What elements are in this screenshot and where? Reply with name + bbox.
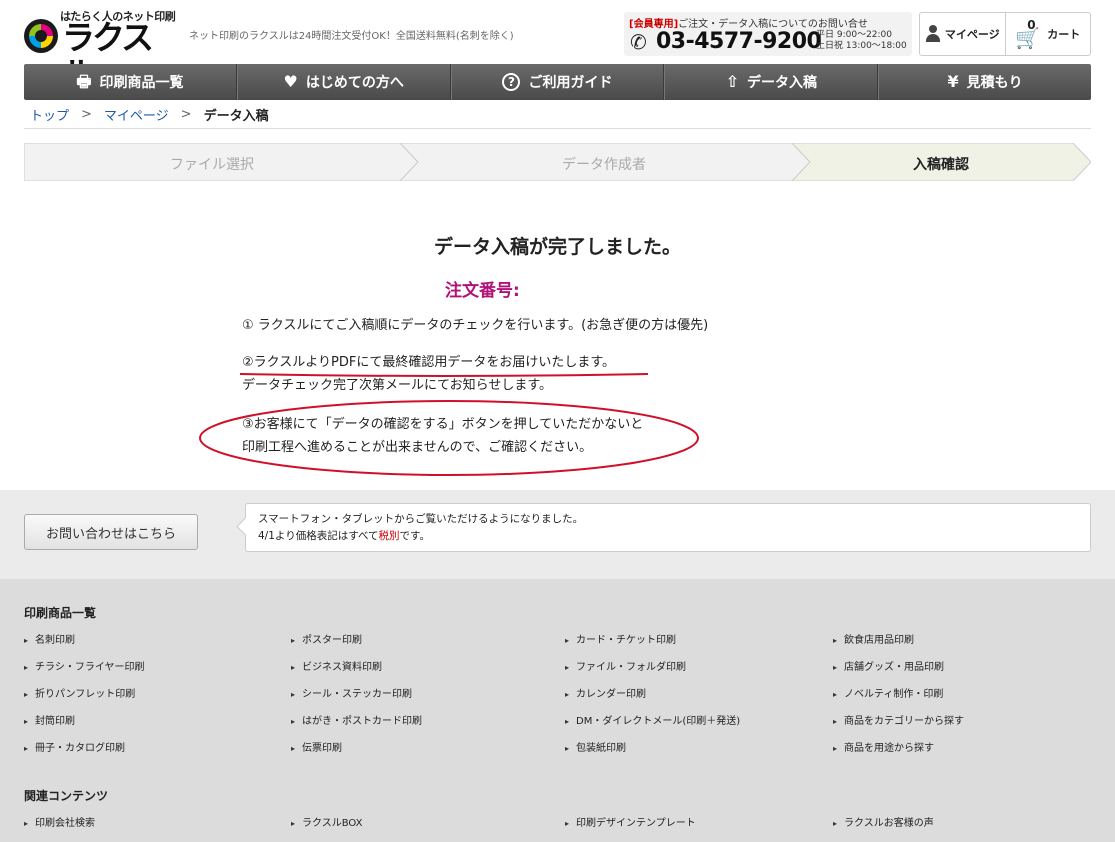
completion-title: データ入稿が完了しました。	[433, 236, 681, 258]
nav-estimate[interactable]: ¥ 見積もり	[878, 64, 1091, 100]
footer-link[interactable]: 名刺印刷	[24, 631, 75, 646]
footer-link[interactable]: カード・チケット印刷	[565, 631, 676, 646]
nav-beginners[interactable]: ♥ はじめての方へ	[236, 64, 451, 100]
site-header: はたらく人のネット印刷 ラクスル ネット印刷のラクスルは24時間注文受付OK！全…	[0, 0, 1115, 92]
breadcrumb-current: データ入稿	[203, 108, 269, 124]
cart-icon: 🛒	[1015, 26, 1041, 50]
footer-link[interactable]: 商品をカテゴリーから探す	[833, 712, 964, 727]
footer-related-link[interactable]: 印刷デザインテンプレート	[565, 814, 696, 829]
order-number-label: 注文番号:	[445, 281, 520, 301]
upload-icon: ⇧	[725, 72, 739, 91]
footer-link[interactable]: ノベルティ制作・印刷	[833, 685, 943, 700]
phone-contact-box: [会員専用]ご注文・データ入稿についてのお問い合せ ✆ 03-4577-9200…	[624, 12, 912, 56]
notice-box: スマートフォン・タブレットからご覧いただけるようになりました。 4/1より価格表…	[245, 503, 1091, 552]
upload-step-indicator: ファイル選択 データ作成者 入稿確認	[24, 143, 1091, 181]
phone-note: [会員専用]ご注文・データ入稿についてのお問い合せ	[629, 15, 868, 30]
footer-link[interactable]: 伝票印刷	[291, 739, 342, 754]
footer-link[interactable]: 商品を用途から探す	[833, 739, 934, 754]
nav-beginners-label: はじめての方へ	[305, 75, 404, 91]
footer-link[interactable]: はがき・ポストカード印刷	[291, 712, 422, 727]
footer-related-heading: 関連コンテンツ	[24, 789, 109, 803]
raksul-logo[interactable]: はたらく人のネット印刷 ラクスル	[24, 8, 176, 92]
footer-link[interactable]: ファイル・フォルダ印刷	[565, 658, 686, 673]
footer-link[interactable]: 店舗グッズ・用品印刷	[833, 658, 944, 673]
nav-guide[interactable]: ? ご利用ガイド	[450, 64, 665, 100]
footer-link[interactable]: 飲食店用品印刷	[833, 631, 914, 646]
footer-link[interactable]: ビジネス資料印刷	[291, 658, 382, 673]
step-upload-confirm: 入稿確認	[913, 157, 969, 173]
cart-button[interactable]: 0 🛒 カート	[1004, 13, 1091, 55]
breadcrumb-top[interactable]: トップ	[30, 105, 69, 124]
phone-icon: ✆	[630, 30, 647, 54]
instruction-line-2b: データチェック完了次第メールにてお知らせします。	[242, 378, 553, 393]
instruction-line-3a: ③お客様にて「データの確認をする」ボタンを押していただかないと	[242, 417, 644, 432]
tax-exclusive-link[interactable]: 税別	[379, 530, 400, 542]
contact-button[interactable]: お問い合わせはこちら	[24, 514, 198, 550]
step-file-select: ファイル選択	[170, 157, 254, 173]
yen-icon: ¥	[947, 72, 959, 91]
breadcrumb-separator: >	[81, 106, 92, 122]
footer-link[interactable]: カレンダー印刷	[565, 685, 646, 700]
logo-mark-icon	[24, 19, 58, 53]
mypage-label: マイページ	[944, 28, 1000, 41]
step-data-creator: データ作成者	[562, 157, 646, 173]
footer-link[interactable]: 包装紙印刷	[565, 739, 626, 754]
notice-line-2-prefix: 4/1より価格表記はすべて	[258, 530, 379, 542]
nav-estimate-label: 見積もり	[966, 75, 1023, 91]
footer-link[interactable]: 封筒印刷	[24, 712, 75, 727]
instruction-line-1: ① ラクスルにてご入稿順にデータのチェックを行います。(お急ぎ便の方は優先)	[242, 318, 709, 333]
header-tagline: ネット印刷のラクスルは24時間注文受付OK！全国送料無料(名刺を除く)	[189, 31, 514, 42]
nav-data-upload-label: データ入稿	[746, 75, 817, 91]
global-nav: 🖶 印刷商品一覧 ♥ はじめての方へ ? ご利用ガイド ⇧ データ入稿 ¥ 見積…	[24, 64, 1091, 100]
footer-products-heading: 印刷商品一覧	[24, 606, 97, 620]
breadcrumb-mypage[interactable]: マイページ	[104, 105, 169, 124]
footer-link[interactable]: チラシ・フライヤー印刷	[24, 658, 145, 673]
footer-link[interactable]: DM・ダイレクトメール(印刷＋発送)	[565, 712, 740, 727]
footer-link[interactable]: 折りパンフレット印刷	[24, 685, 135, 700]
footer-related-link[interactable]: 印刷会社検索	[24, 814, 95, 829]
notice-line-1: スマートフォン・タブレットからご覧いただけるようになりました。	[258, 513, 584, 525]
footer-link[interactable]: シール・ステッカー印刷	[291, 685, 412, 700]
footer-link[interactable]: ポスター印刷	[291, 631, 362, 646]
mypage-button[interactable]: マイページ	[920, 13, 1005, 55]
breadcrumb-separator: >	[180, 106, 192, 122]
cart-icon-wrap: 0 🛒	[1015, 18, 1043, 50]
instruction-line-2a: ②ラクスルよりPDFにて最終確認用データをお届けいたします。	[242, 355, 616, 370]
user-icon	[925, 25, 941, 43]
breadcrumb: トップ > マイページ > データ入稿	[24, 100, 1091, 129]
notice-line-2-suffix: です。	[399, 530, 430, 542]
footer-related-link[interactable]: ラクスルBOX	[291, 814, 362, 829]
printer-icon: 🖶	[76, 72, 92, 91]
notice-line-2: 4/1より価格表記はすべて税別です。	[258, 528, 1090, 545]
nav-products-label: 印刷商品一覧	[99, 75, 184, 91]
phone-number: 03-4577-9200	[656, 29, 822, 54]
nav-guide-label: ご利用ガイド	[528, 75, 613, 91]
header-account-buttons: マイページ 0 🛒 カート	[919, 12, 1091, 56]
question-icon: ?	[502, 73, 521, 91]
nav-products[interactable]: 🖶 印刷商品一覧	[24, 64, 237, 100]
site-footer: 印刷商品一覧 名刺印刷 ポスター印刷 カード・チケット印刷 飲食店用品印刷 チラ…	[0, 579, 1115, 842]
instruction-line-3b: 印刷工程へ進めることが出来ませんので、ご確認ください。	[242, 440, 593, 455]
business-hours: 平日 9:00〜22:00 土日祝 13:00〜18:00	[816, 30, 907, 52]
hours-weekday: 平日 9:00〜22:00	[816, 30, 893, 40]
cart-label: カート	[1047, 28, 1081, 41]
footer-link[interactable]: 冊子・カタログ印刷	[24, 739, 125, 754]
nav-data-upload[interactable]: ⇧ データ入稿	[664, 64, 879, 100]
footer-related-link[interactable]: ラクスルお客様の声	[833, 814, 934, 829]
heart-icon: ♥	[283, 72, 298, 91]
hours-weekend: 土日祝 13:00〜18:00	[816, 41, 907, 51]
